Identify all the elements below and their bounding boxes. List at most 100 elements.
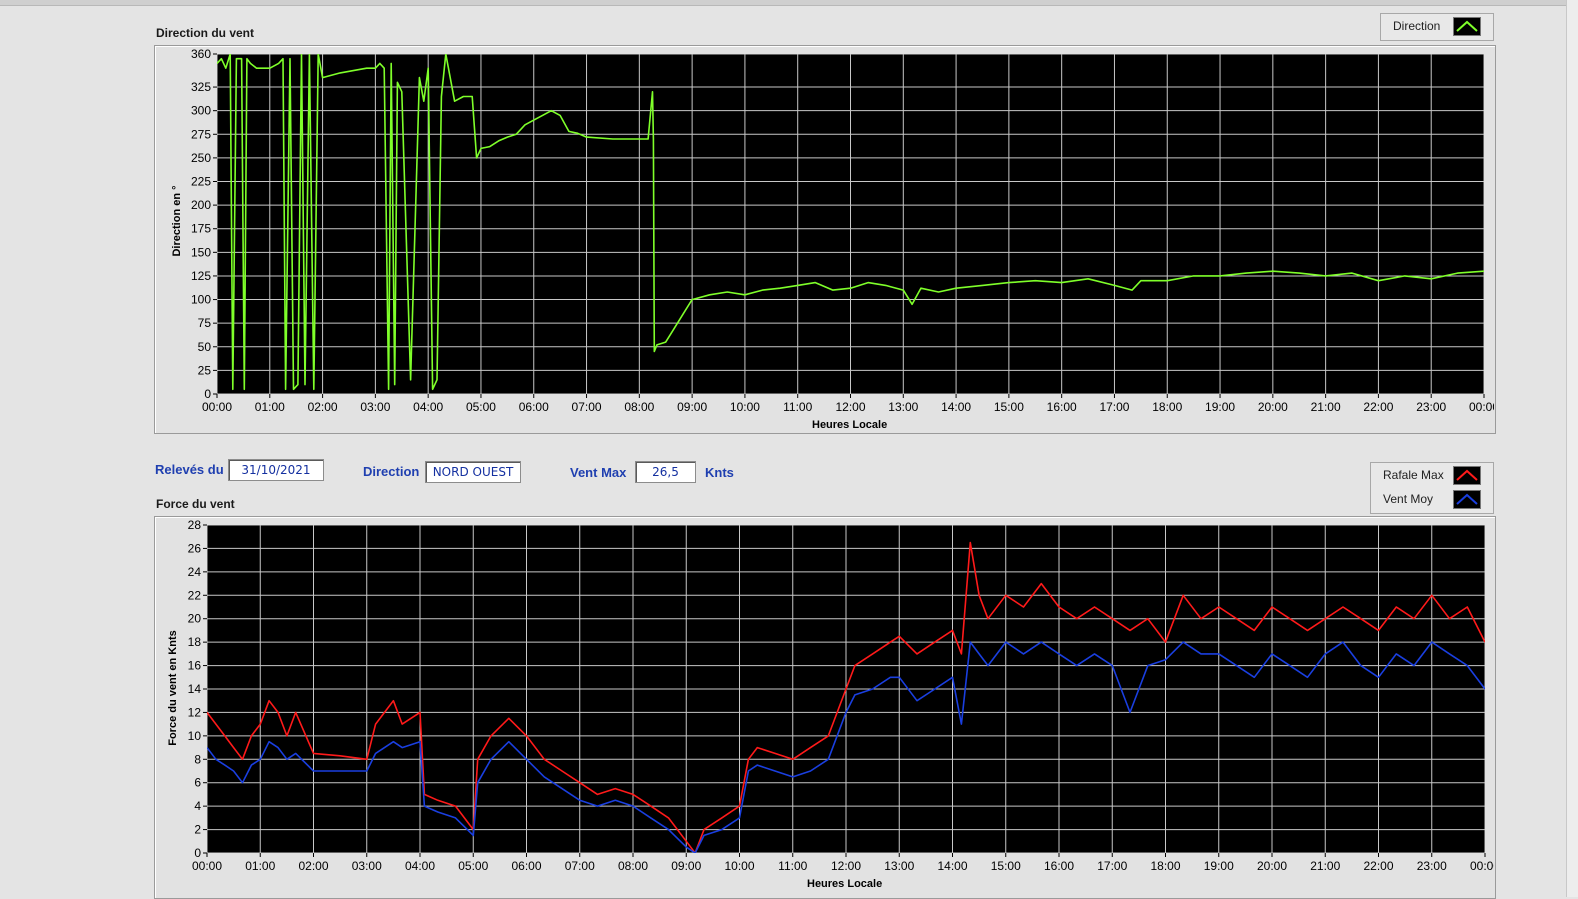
force-y-tick-label: 2	[194, 823, 201, 837]
direction-y-tick-label: 200	[191, 198, 211, 212]
direction-legend: Direction	[1380, 13, 1494, 41]
vent-max-value-field[interactable]: 26,5	[635, 461, 696, 483]
direction-x-tick-label: 09:00	[677, 400, 707, 414]
force-x-tick-label: 06:00	[511, 859, 541, 873]
direction-x-tick-label: 13:00	[888, 400, 918, 414]
force-x-tick-label: 21:00	[1310, 859, 1340, 873]
direction-y-tick-label: 100	[191, 293, 211, 307]
legend-label-direction: Direction	[1393, 19, 1441, 33]
direction-x-tick-label: 14:00	[941, 400, 971, 414]
direction-x-tick-label: 02:00	[308, 400, 338, 414]
force-y-tick-label: 4	[194, 799, 201, 813]
direction-x-tick-label: 04:00	[413, 400, 443, 414]
legend-swatch-direction	[1453, 17, 1481, 36]
legend-item-vent-moy[interactable]: Vent Moy	[1371, 487, 1493, 511]
force-x-tick-label: 12:00	[831, 859, 861, 873]
force-y-tick-label: 0	[194, 846, 201, 860]
direction-panel-title: Direction du vent	[156, 26, 255, 40]
force-x-tick-label: 22:00	[1363, 859, 1393, 873]
direction-plot-area	[217, 54, 1484, 394]
direction-y-tick-label: 175	[191, 222, 211, 236]
force-x-tick-label: 02:00	[298, 859, 328, 873]
legend-item-rafale-max[interactable]: Rafale Max	[1371, 463, 1493, 487]
direction-y-tick-label: 50	[198, 340, 212, 354]
direction-x-tick-label: 11:00	[783, 400, 812, 414]
force-x-tick-label: 20:00	[1257, 859, 1287, 873]
force-x-tick-label: 11:00	[778, 859, 807, 873]
legend-swatch-rafale-max	[1453, 466, 1481, 485]
direction-y-tick-label: 75	[198, 316, 212, 330]
force-y-tick-label: 8	[194, 752, 201, 766]
window-top-border	[0, 0, 1578, 6]
force-x-tick-label: 07:00	[565, 859, 595, 873]
force-x-tick-label: 08:00	[618, 859, 648, 873]
legend-label-rafale-max: Rafale Max	[1383, 468, 1444, 482]
direction-x-tick-label: 01:00	[255, 400, 285, 414]
direction-plot	[217, 54, 1484, 394]
legend-item-direction[interactable]: Direction	[1381, 14, 1493, 38]
force-y-tick-label: 16	[188, 659, 202, 673]
force-x-tick-label: 23:00	[1417, 859, 1447, 873]
direction-x-tick-label: 10:00	[730, 400, 760, 414]
force-y-tick-label: 22	[188, 588, 202, 602]
force-panel-title: Force du vent	[156, 497, 235, 511]
legend-label-vent-moy: Vent Moy	[1383, 492, 1434, 506]
force-x-tick-label: 04:00	[405, 859, 435, 873]
force-y-tick-label: 10	[188, 729, 202, 743]
force-x-tick-label: 03:00	[352, 859, 382, 873]
force-plot-area	[207, 525, 1485, 853]
legend-swatch-vent-moy	[1453, 490, 1481, 509]
direction-y-tick-label: 325	[191, 80, 211, 94]
force-plot	[207, 525, 1485, 853]
direction-x-tick-label: 06:00	[519, 400, 549, 414]
force-x-tick-label: 13:00	[884, 859, 914, 873]
force-y-tick-label: 14	[188, 682, 202, 696]
direction-y-tick-label: 150	[191, 245, 211, 259]
force-y-tick-label: 26	[188, 541, 202, 555]
force-x-tick-label: 05:00	[458, 859, 488, 873]
direction-x-tick-label: 21:00	[1311, 400, 1341, 414]
vent-max-label: Vent Max	[570, 465, 627, 480]
force-y-tick-label: 20	[188, 612, 202, 626]
force-x-tick-label: 18:00	[1150, 859, 1180, 873]
force-x-tick-label: 17:00	[1097, 859, 1127, 873]
force-x-tick-label: 01:00	[245, 859, 275, 873]
direction-x-tick-label: 15:00	[994, 400, 1024, 414]
force-x-tick-label: 16:00	[1044, 859, 1074, 873]
force-x-tick-label: 19:00	[1204, 859, 1234, 873]
direction-x-tick-label: 12:00	[835, 400, 865, 414]
direction-x-tick-label: 08:00	[624, 400, 654, 414]
direction-y-tick-label: 275	[191, 127, 211, 141]
direction-x-tick-label: 17:00	[1099, 400, 1129, 414]
direction-x-tick-label: 00:00	[1469, 400, 1494, 414]
direction-x-tick-label: 00:00	[202, 400, 232, 414]
direction-x-tick-label: 18:00	[1152, 400, 1182, 414]
direction-y-tick-label: 300	[191, 104, 211, 118]
force-y-tick-label: 18	[188, 635, 202, 649]
window-right-border	[1566, 0, 1578, 897]
releves-label: Relevés du	[155, 462, 224, 477]
direction-y-tick-label: 0	[204, 387, 211, 401]
force-x-tick-label: 00:00	[192, 859, 222, 873]
direction-x-tick-label: 03:00	[360, 400, 390, 414]
force-x-tick-label: 00:00	[1470, 859, 1494, 873]
direction-y-tick-label: 125	[191, 269, 211, 283]
direction-x-tick-label: 19:00	[1205, 400, 1235, 414]
force-x-tick-label: 09:00	[671, 859, 701, 873]
direction-x-tick-label: 07:00	[572, 400, 602, 414]
direction-label: Direction	[363, 464, 420, 479]
force-y-tick-label: 24	[188, 565, 202, 579]
force-x-tick-label: 14:00	[937, 859, 967, 873]
direction-x-tick-label: 16:00	[1047, 400, 1077, 414]
direction-x-tick-label: 20:00	[1258, 400, 1288, 414]
force-legend: Rafale Max Vent Moy	[1370, 462, 1494, 514]
force-y-tick-label: 12	[188, 705, 202, 719]
releves-date-field[interactable]: 31/10/2021	[228, 459, 324, 481]
force-x-tick-label: 10:00	[724, 859, 754, 873]
direction-value-field[interactable]: NORD OUEST	[425, 461, 521, 483]
direction-x-tick-label: 05:00	[466, 400, 496, 414]
direction-y-tick-label: 360	[191, 47, 211, 61]
direction-y-tick-label: 25	[198, 363, 212, 377]
direction-y-tick-label: 225	[191, 175, 211, 189]
direction-x-tick-label: 22:00	[1363, 400, 1393, 414]
